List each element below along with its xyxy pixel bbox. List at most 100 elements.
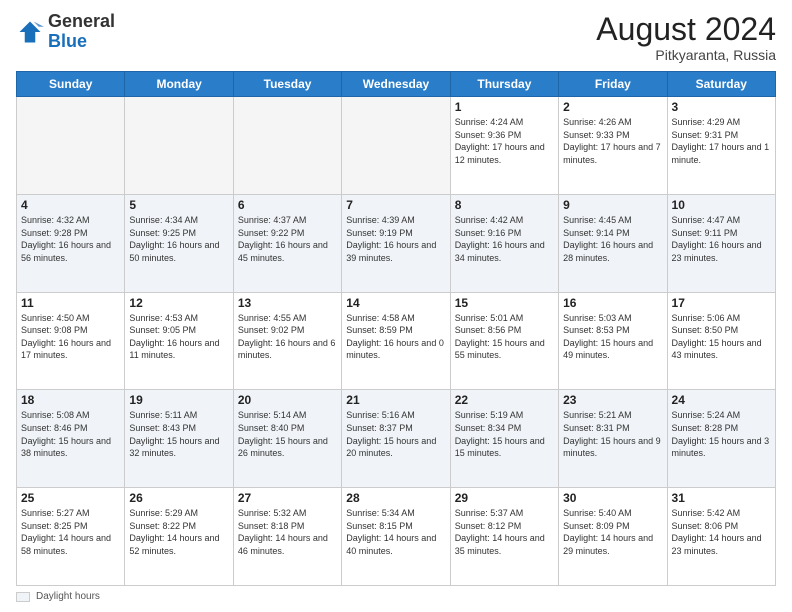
day-number: 5: [129, 198, 228, 212]
calendar-cell: [17, 97, 125, 195]
calendar-cell: 21 Sunrise: 5:16 AMSunset: 8:37 PMDayligh…: [342, 390, 450, 488]
logo-icon: [16, 18, 44, 46]
weekday-header-row: SundayMondayTuesdayWednesdayThursdayFrid…: [17, 72, 776, 97]
calendar-cell: 25Sunrise: 5:27 AMSunset: 8:25 PMDayligh…: [17, 488, 125, 586]
calendar-cell: 4 Sunrise: 4:32 AMSunset: 9:28 PMDaylight…: [17, 194, 125, 292]
footer: Daylight hours: [16, 591, 776, 602]
day-info: Sunrise: 5:11 AMSunset: 8:43 PMDaylight:…: [129, 409, 228, 459]
day-number: 3: [672, 100, 771, 114]
day-info: Sunrise: 4:29 AMSunset: 9:31 PMDaylight:…: [672, 116, 771, 166]
weekday-header-friday: Friday: [559, 72, 667, 97]
calendar-cell: 30 Sunrise: 5:40 AMSunset: 8:09 PMDayligh…: [559, 488, 667, 586]
daylight-legend-box: [16, 592, 30, 602]
day-info: Sunrise: 5:08 AMSunset: 8:46 PMDaylight:…: [21, 409, 120, 459]
calendar-cell: 28 Sunrise: 5:34 AMSunset: 8:15 PMDayligh…: [342, 488, 450, 586]
day-number: 24: [672, 393, 771, 407]
calendar-cell: 9 Sunrise: 4:45 AMSunset: 9:14 PMDaylight…: [559, 194, 667, 292]
day-info: Sunrise: 4:53 AMSunset: 9:05 PMDaylight:…: [129, 312, 228, 362]
calendar-cell: 1Sunrise: 4:24 AMSunset: 9:36 PMDaylight…: [450, 97, 558, 195]
calendar-cell: 22Sunrise: 5:19 AMSunset: 8:34 PMDayligh…: [450, 390, 558, 488]
calendar-cell: 20 Sunrise: 5:14 AMSunset: 8:40 PMDayligh…: [233, 390, 341, 488]
header: General Blue August 2024 Pitkyaranta, Ru…: [16, 12, 776, 63]
calendar-cell: 10 Sunrise: 4:47 AMSunset: 9:11 PMDayligh…: [667, 194, 775, 292]
calendar-cell: 27Sunrise: 5:32 AMSunset: 8:18 PMDayligh…: [233, 488, 341, 586]
day-info: Sunrise: 4:47 AMSunset: 9:11 PMDaylight:…: [672, 214, 771, 264]
day-info: Sunrise: 4:24 AMSunset: 9:36 PMDaylight:…: [455, 116, 554, 166]
weekday-header-sunday: Sunday: [17, 72, 125, 97]
day-number: 9: [563, 198, 662, 212]
day-info: Sunrise: 4:32 AMSunset: 9:28 PMDaylight:…: [21, 214, 120, 264]
weekday-header-wednesday: Wednesday: [342, 72, 450, 97]
day-info: Sunrise: 5:03 AMSunset: 8:53 PMDaylight:…: [563, 312, 662, 362]
calendar-cell: 2Sunrise: 4:26 AMSunset: 9:33 PMDaylight…: [559, 97, 667, 195]
calendar-table: SundayMondayTuesdayWednesdayThursdayFrid…: [16, 71, 776, 586]
day-info: Sunrise: 4:55 AMSunset: 9:02 PMDaylight:…: [238, 312, 337, 362]
day-info: Sunrise: 4:37 AMSunset: 9:22 PMDaylight:…: [238, 214, 337, 264]
calendar-cell: 11Sunrise: 4:50 AMSunset: 9:08 PMDayligh…: [17, 292, 125, 390]
calendar-cell: 7Sunrise: 4:39 AMSunset: 9:19 PMDaylight…: [342, 194, 450, 292]
day-info: Sunrise: 5:29 AMSunset: 8:22 PMDaylight:…: [129, 507, 228, 557]
day-info: Sunrise: 4:39 AMSunset: 9:19 PMDaylight:…: [346, 214, 445, 264]
day-number: 28: [346, 491, 445, 505]
day-number: 14: [346, 296, 445, 310]
calendar-cell: 5Sunrise: 4:34 AMSunset: 9:25 PMDaylight…: [125, 194, 233, 292]
day-number: 20: [238, 393, 337, 407]
day-info: Sunrise: 5:21 AMSunset: 8:31 PMDaylight:…: [563, 409, 662, 459]
calendar-cell: 8Sunrise: 4:42 AMSunset: 9:16 PMDaylight…: [450, 194, 558, 292]
day-number: 6: [238, 198, 337, 212]
day-number: 11: [21, 296, 120, 310]
calendar-cell: 29 Sunrise: 5:37 AMSunset: 8:12 PMDayligh…: [450, 488, 558, 586]
day-number: 4: [21, 198, 120, 212]
calendar-week-2: 4 Sunrise: 4:32 AMSunset: 9:28 PMDaylight…: [17, 194, 776, 292]
weekday-header-saturday: Saturday: [667, 72, 775, 97]
day-info: Sunrise: 5:16 AMSunset: 8:37 PMDaylight:…: [346, 409, 445, 459]
day-number: 23: [563, 393, 662, 407]
day-info: Sunrise: 5:24 AMSunset: 8:28 PMDaylight:…: [672, 409, 771, 459]
calendar-week-5: 25Sunrise: 5:27 AMSunset: 8:25 PMDayligh…: [17, 488, 776, 586]
title-block: August 2024 Pitkyaranta, Russia: [596, 12, 776, 63]
day-info: Sunrise: 5:34 AMSunset: 8:15 PMDaylight:…: [346, 507, 445, 557]
day-number: 8: [455, 198, 554, 212]
calendar-cell: 23 Sunrise: 5:21 AMSunset: 8:31 PMDayligh…: [559, 390, 667, 488]
calendar-cell: [233, 97, 341, 195]
day-info: Sunrise: 5:14 AMSunset: 8:40 PMDaylight:…: [238, 409, 337, 459]
day-number: 17: [672, 296, 771, 310]
day-number: 29: [455, 491, 554, 505]
calendar-cell: 3 Sunrise: 4:29 AMSunset: 9:31 PMDaylight…: [667, 97, 775, 195]
calendar-cell: [125, 97, 233, 195]
day-info: Sunrise: 5:27 AMSunset: 8:25 PMDaylight:…: [21, 507, 120, 557]
day-number: 15: [455, 296, 554, 310]
day-number: 22: [455, 393, 554, 407]
day-number: 18: [21, 393, 120, 407]
logo: General Blue: [16, 12, 115, 52]
calendar-cell: 31Sunrise: 5:42 AMSunset: 8:06 PMDayligh…: [667, 488, 775, 586]
day-number: 19: [129, 393, 228, 407]
day-info: Sunrise: 4:26 AMSunset: 9:33 PMDaylight:…: [563, 116, 662, 166]
day-number: 30: [563, 491, 662, 505]
month-title: August 2024: [596, 12, 776, 47]
day-number: 21: [346, 393, 445, 407]
calendar-cell: 6 Sunrise: 4:37 AMSunset: 9:22 PMDaylight…: [233, 194, 341, 292]
day-info: Sunrise: 5:40 AMSunset: 8:09 PMDaylight:…: [563, 507, 662, 557]
calendar-week-3: 11Sunrise: 4:50 AMSunset: 9:08 PMDayligh…: [17, 292, 776, 390]
weekday-header-monday: Monday: [125, 72, 233, 97]
day-number: 12: [129, 296, 228, 310]
day-number: 31: [672, 491, 771, 505]
calendar-week-1: 1Sunrise: 4:24 AMSunset: 9:36 PMDaylight…: [17, 97, 776, 195]
day-number: 13: [238, 296, 337, 310]
calendar-cell: 14Sunrise: 4:58 AMSunset: 8:59 PMDayligh…: [342, 292, 450, 390]
logo-blue-text: Blue: [48, 31, 87, 51]
calendar-week-4: 18 Sunrise: 5:08 AMSunset: 8:46 PMDayligh…: [17, 390, 776, 488]
calendar-cell: 24 Sunrise: 5:24 AMSunset: 8:28 PMDayligh…: [667, 390, 775, 488]
day-info: Sunrise: 5:06 AMSunset: 8:50 PMDaylight:…: [672, 312, 771, 362]
calendar-cell: 26 Sunrise: 5:29 AMSunset: 8:22 PMDayligh…: [125, 488, 233, 586]
day-number: 10: [672, 198, 771, 212]
day-info: Sunrise: 4:45 AMSunset: 9:14 PMDaylight:…: [563, 214, 662, 264]
weekday-header-tuesday: Tuesday: [233, 72, 341, 97]
day-number: 16: [563, 296, 662, 310]
day-info: Sunrise: 5:37 AMSunset: 8:12 PMDaylight:…: [455, 507, 554, 557]
daylight-label: Daylight hours: [36, 591, 100, 602]
day-number: 26: [129, 491, 228, 505]
calendar-cell: 13 Sunrise: 4:55 AMSunset: 9:02 PMDayligh…: [233, 292, 341, 390]
calendar-cell: [342, 97, 450, 195]
